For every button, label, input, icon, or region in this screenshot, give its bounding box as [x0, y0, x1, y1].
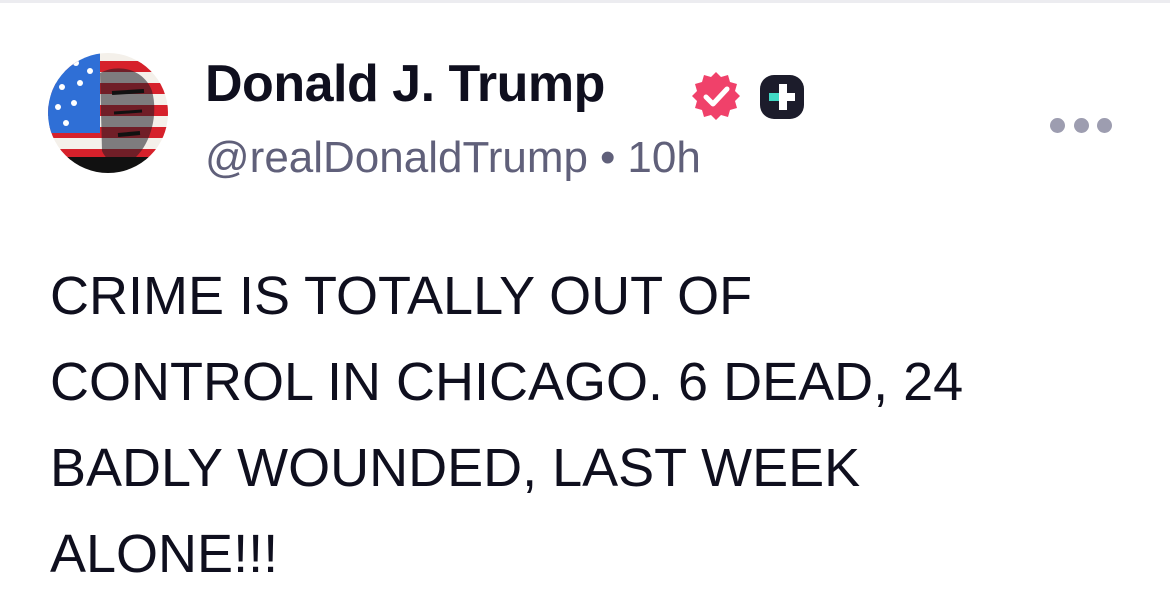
- more-options-button[interactable]: [1050, 111, 1112, 139]
- verified-badge-icon: [692, 72, 740, 120]
- post-text-line: CRIME IS TOTALLY OUT OF: [50, 266, 753, 326]
- author-avatar[interactable]: [48, 53, 168, 173]
- post-text-line: BADLY WOUNDED, LAST WEEK: [50, 438, 861, 498]
- post-card[interactable]: Donald J. Trump @realDonaldTrump • 10h CRI…: [0, 3, 1170, 591]
- meta-separator: •: [599, 133, 616, 182]
- author-meta: @realDonaldTrump • 10h: [205, 136, 701, 180]
- more-options-icon: [1097, 117, 1112, 133]
- post-timestamp[interactable]: 10h: [627, 133, 700, 182]
- plus-badge-icon: [760, 75, 804, 119]
- more-options-icon: [1050, 117, 1065, 133]
- post-text: CRIME IS TOTALLY OUT OF CONTROL IN CHICA…: [50, 253, 1130, 591]
- author-display-name[interactable]: Donald J. Trump: [205, 58, 605, 110]
- more-options-icon: [1073, 117, 1089, 133]
- post-text-line: CONTROL IN CHICAGO. 6 DEAD, 24: [50, 352, 964, 412]
- post-text-line: ALONE!!!: [50, 524, 279, 584]
- author-handle[interactable]: @realDonaldTrump: [205, 133, 588, 182]
- avatar-image: [48, 53, 168, 173]
